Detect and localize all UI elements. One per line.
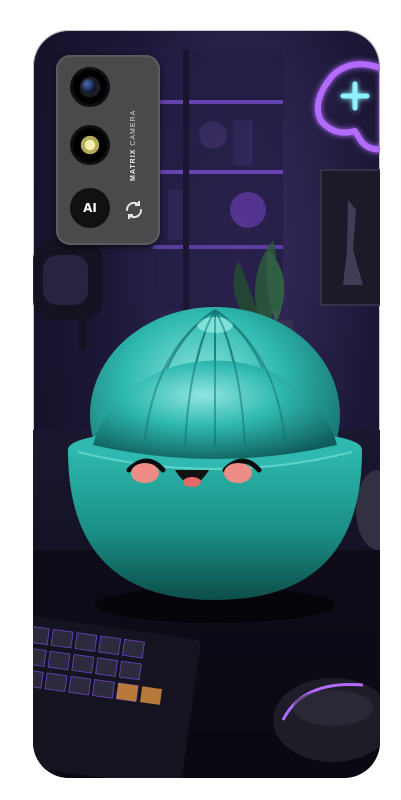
sync-icon: [125, 201, 143, 219]
camera-brand-text: MATRIX CAMERA: [130, 109, 144, 181]
camera-model: CAMERA: [130, 109, 137, 146]
flash-light: [70, 125, 110, 165]
ai-label: AI: [83, 201, 97, 215]
camera-module: AI MATRIX CAMERA: [56, 55, 160, 245]
microphone: [33, 240, 103, 350]
keyboard: [33, 615, 201, 778]
camera-lens-main: [70, 67, 110, 107]
gamepad-neon-icon: [315, 61, 380, 153]
phone-case: AI MATRIX CAMERA: [33, 30, 380, 778]
camera-brand: MATRIX: [130, 148, 137, 181]
